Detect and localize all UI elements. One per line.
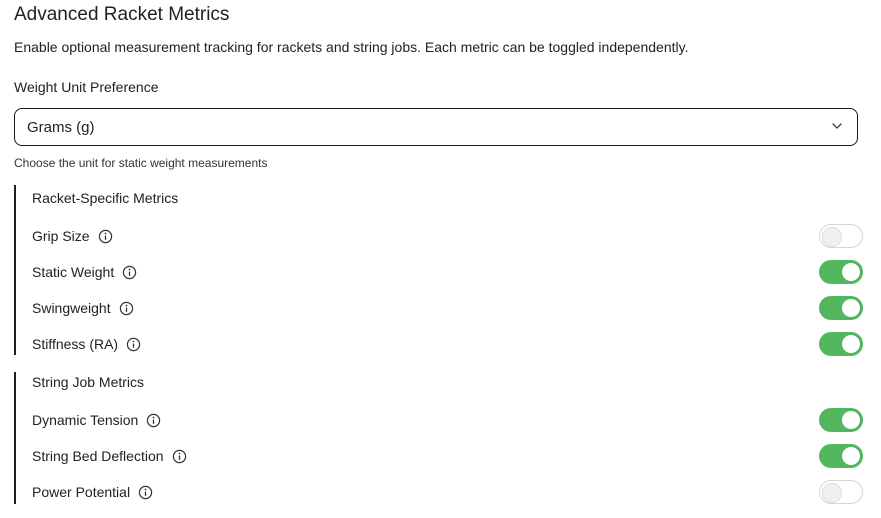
weight-unit-label: Weight Unit Preference	[14, 79, 159, 95]
info-icon[interactable]	[172, 449, 187, 464]
weight-unit-select[interactable]: Grams (g)	[14, 108, 858, 146]
info-icon[interactable]	[126, 337, 141, 352]
info-icon[interactable]	[119, 301, 134, 316]
chevron-down-icon	[832, 123, 842, 129]
string-metrics-heading: String Job Metrics	[32, 374, 145, 390]
toggle-dynamic-tension[interactable]	[819, 408, 863, 432]
info-icon[interactable]	[98, 229, 113, 244]
metric-label-stiffness: Stiffness (RA)	[32, 336, 119, 352]
metric-label-power-potential: Power Potential	[32, 484, 131, 500]
metric-row-power-potential: Power Potential	[32, 479, 863, 505]
toggle-knob	[842, 263, 860, 281]
metric-row-swingweight: Swingweight	[32, 295, 863, 321]
metric-row-grip-size: Grip Size	[32, 223, 863, 249]
toggle-static-weight[interactable]	[819, 260, 863, 284]
info-icon[interactable]	[122, 265, 137, 280]
racket-metrics-heading: Racket-Specific Metrics	[32, 190, 179, 206]
metric-label-grip-size: Grip Size	[32, 228, 90, 244]
info-icon[interactable]	[138, 485, 153, 500]
toggle-knob	[822, 227, 842, 247]
metric-label-static-weight: Static Weight	[32, 264, 115, 280]
weight-unit-selected-value: Grams (g)	[27, 118, 95, 136]
toggle-string-bed-deflection[interactable]	[819, 444, 863, 468]
weight-unit-hint: Choose the unit for static weight measur…	[14, 156, 268, 170]
toggle-knob	[842, 335, 860, 353]
racket-metrics-group: Racket-Specific Metrics Grip Size Static…	[14, 185, 863, 357]
info-icon[interactable]	[146, 413, 161, 428]
metric-row-static-weight: Static Weight	[32, 259, 863, 285]
metric-label-string-bed-deflection: String Bed Deflection	[32, 448, 164, 464]
page-title: Advanced Racket Metrics	[14, 4, 230, 25]
metric-label-dynamic-tension: Dynamic Tension	[32, 412, 139, 428]
toggle-knob	[842, 411, 860, 429]
metric-row-stiffness: Stiffness (RA)	[32, 331, 863, 357]
toggle-knob	[842, 447, 860, 465]
toggle-swingweight[interactable]	[819, 296, 863, 320]
toggle-power-potential[interactable]	[819, 480, 863, 504]
toggle-grip-size[interactable]	[819, 224, 863, 248]
toggle-knob	[822, 483, 842, 503]
metric-label-swingweight: Swingweight	[32, 300, 111, 316]
page-description: Enable optional measurement tracking for…	[14, 39, 689, 55]
metric-row-dynamic-tension: Dynamic Tension	[32, 407, 863, 433]
string-metrics-group: String Job Metrics Dynamic Tension Strin…	[14, 372, 863, 504]
toggle-knob	[842, 299, 860, 317]
toggle-stiffness[interactable]	[819, 332, 863, 356]
metric-row-string-bed-deflection: String Bed Deflection	[32, 443, 863, 469]
